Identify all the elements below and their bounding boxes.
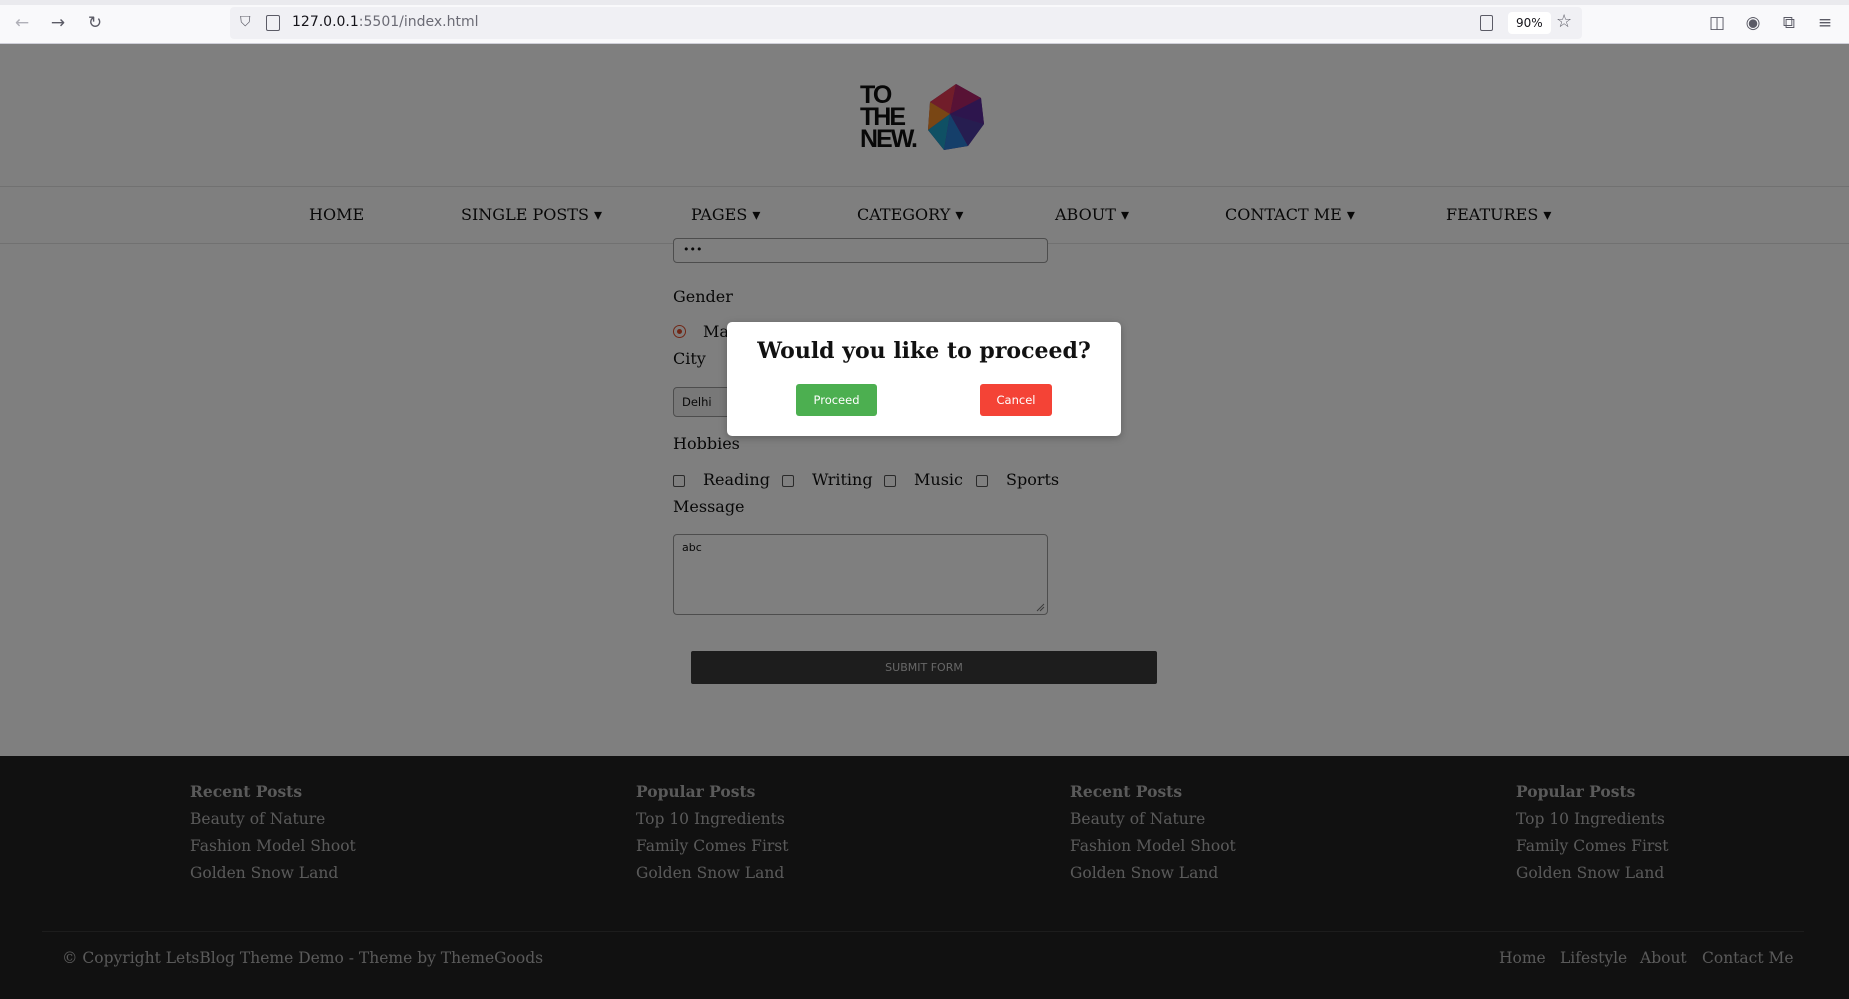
bookmark-star-icon[interactable]: ☆ — [1556, 11, 1572, 32]
menu-icon[interactable]: ≡ — [1814, 12, 1836, 34]
page-info-icon[interactable] — [266, 15, 280, 31]
cancel-button[interactable]: Cancel — [980, 384, 1052, 416]
browser-toolbar: ← → ↻ ⛉ 127.0.0.1:5501/index.html 90% ☆ … — [0, 0, 1849, 44]
proceed-button[interactable]: Proceed — [796, 384, 877, 416]
confirm-dialog: Would you like to proceed? Proceed Cance… — [727, 322, 1121, 436]
pocket-icon[interactable]: ◫ — [1706, 12, 1728, 34]
reload-icon[interactable]: ↻ — [84, 12, 106, 34]
back-icon[interactable]: ← — [11, 12, 33, 34]
shield-icon[interactable]: ⛉ — [240, 14, 256, 32]
url-text[interactable]: 127.0.0.1:5501/index.html — [292, 14, 479, 30]
extensions-icon[interactable]: ⧉ — [1778, 12, 1800, 34]
zoom-level[interactable]: 90% — [1508, 12, 1551, 34]
tab-strip — [0, 0, 1849, 5]
dialog-title: Would you like to proceed? — [757, 338, 1091, 364]
reader-view-icon[interactable] — [1480, 15, 1493, 31]
address-bar[interactable]: ⛉ 127.0.0.1:5501/index.html 90% ☆ — [230, 7, 1582, 39]
forward-icon[interactable]: → — [47, 12, 69, 34]
modal-backdrop[interactable] — [0, 44, 1849, 999]
account-icon[interactable]: ◉ — [1742, 12, 1764, 34]
